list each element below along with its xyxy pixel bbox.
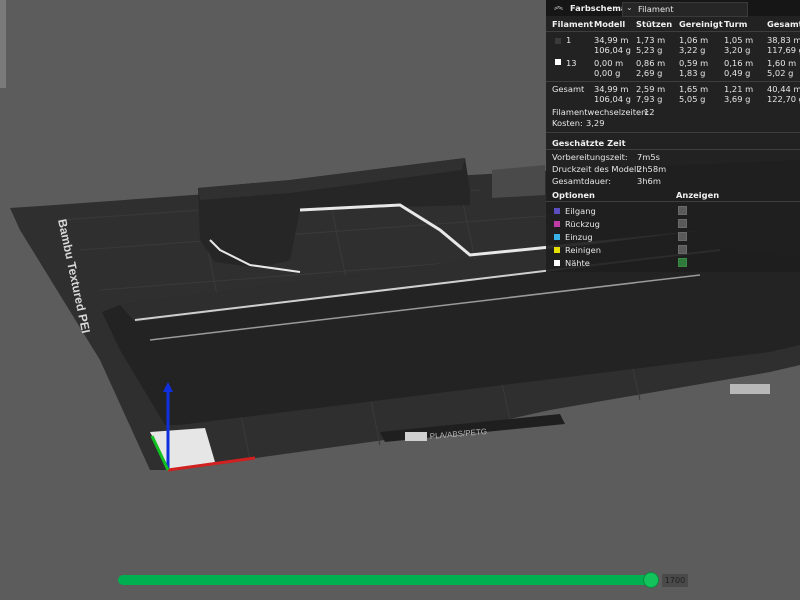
row2-turm-m: 0,16 m [724,58,754,68]
col-header-gereinigt: Gereinigt [679,19,723,29]
option-label-eilgang: Eilgang [565,206,596,216]
row1-turm-m: 1,05 m [724,35,754,45]
row1-gesamt-m: 38,83 m [767,35,800,45]
options-header: Optionen [552,190,595,200]
time-header: Geschätzte Zeit [552,138,626,148]
filament-changes-value: 12 [644,107,655,117]
row1-gereinigt-g: 3,22 g [679,45,706,55]
total-gereinigt-m: 1,65 m [679,84,709,94]
row2-modell-g: 0,00 g [594,68,621,78]
legend-divider [546,31,800,32]
option-checkbox-rueckzug[interactable] [678,219,687,228]
row2-stuetzen-g: 2,69 g [636,68,663,78]
row2-gesamt-g: 5,02 g [767,68,794,78]
plate-logo [405,432,427,441]
time-value: 3h6m [637,176,661,186]
legend-panel: ︽ Farbschema ⌄ Filament Filament Modell … [546,0,800,272]
time-value: 7m5s [637,152,660,162]
legend-divider [546,201,800,202]
row1-stuetzen-g: 5,23 g [636,45,663,55]
filament-changes-label: Filamentwechselzeiten: [552,107,650,117]
total-turm-m: 1,21 m [724,84,754,94]
total-modell-m: 34,99 m [594,84,629,94]
filament-13-swatch [555,59,561,65]
purge-tower [492,165,545,198]
plate-icons [730,384,770,394]
collapse-icon[interactable]: ︽ [554,2,563,12]
option-label-reinigen: Reinigen [565,245,601,255]
row1-modell-m: 34,99 m [594,35,629,45]
col-header-stuetzen: Stützen [636,19,673,29]
layer-slider-value: 1700 [662,574,688,587]
total-label: Gesamt [552,84,585,94]
left-scrollbar[interactable] [0,0,6,88]
row1-gesamt-g: 117,69 g [767,45,800,55]
filament-1-id: 1 [566,35,572,45]
col-header-modell: Modell [594,19,626,29]
total-gereinigt-g: 5,05 g [679,94,706,104]
row2-gesamt-m: 1,60 m [767,58,797,68]
row1-modell-g: 106,04 g [594,45,631,55]
row2-turm-g: 0,49 g [724,68,751,78]
show-header: Anzeigen [676,190,720,200]
time-label: Druckzeit des Modell: [552,164,642,174]
option-checkbox-eilgang[interactable] [678,206,687,215]
time-label: Gesamtdauer: [552,176,612,186]
filament-1-swatch [555,38,561,44]
retract-color-swatch [554,221,560,227]
unretract-color-swatch [554,234,560,240]
row2-stuetzen-m: 0,86 m [636,58,666,68]
cost-value: 3,29 [586,118,605,128]
row2-gereinigt-g: 1,83 g [679,68,706,78]
col-header-filament: Filament [552,19,594,29]
legend-divider [546,132,800,133]
row2-modell-m: 0,00 m [594,58,624,68]
legend-header: ︽ Farbschema ⌄ Filament [546,0,800,17]
legend-divider [546,81,800,82]
cost-label: Kosten: [552,118,583,128]
total-gesamt-m: 40,44 m [767,84,800,94]
row1-stuetzen-m: 1,73 m [636,35,666,45]
total-gesamt-g: 122,70 g [767,94,800,104]
col-header-turm: Turm [724,19,748,29]
option-checkbox-reinigen[interactable] [678,245,687,254]
legend-divider [546,149,800,150]
time-value: 2h58m [637,164,667,174]
layer-slider-track[interactable] [118,575,654,585]
option-label-rueckzug: Rückzug [565,219,600,229]
chevron-down-icon: ⌄ [626,3,633,12]
option-checkbox-naehte[interactable] [678,258,687,267]
option-label-einzug: Einzug [565,232,593,242]
option-checkbox-einzug[interactable] [678,232,687,241]
filament-13-id: 13 [566,58,577,68]
total-modell-g: 106,04 g [594,94,631,104]
time-label: Vorbereitungszeit: [552,152,628,162]
color-scheme-value: Filament [638,4,674,14]
col-header-gesamt: Gesamt [767,19,800,29]
row1-gereinigt-m: 1,06 m [679,35,709,45]
seams-color-swatch [554,260,560,266]
row1-turm-g: 3,20 g [724,45,751,55]
color-scheme-label: Farbschema [570,3,627,13]
color-scheme-select[interactable]: ⌄ Filament [622,2,748,17]
total-stuetzen-m: 2,59 m [636,84,666,94]
layer-slider-handle[interactable] [643,572,659,588]
option-label-naehte: Nähte [565,258,590,268]
total-stuetzen-g: 7,93 g [636,94,663,104]
travel-color-swatch [554,208,560,214]
total-turm-g: 3,69 g [724,94,751,104]
row2-gereinigt-m: 0,59 m [679,58,709,68]
wipe-color-swatch [554,247,560,253]
